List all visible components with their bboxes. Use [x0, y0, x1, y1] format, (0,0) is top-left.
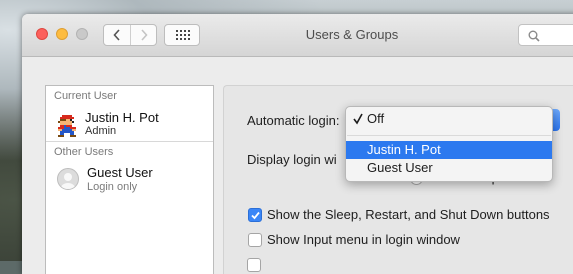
titlebar: Users & Groups	[22, 14, 573, 57]
chevron-left-icon	[113, 29, 120, 41]
window-title: Users & Groups	[305, 27, 399, 42]
zoom-button[interactable]	[76, 28, 88, 40]
show-all-button[interactable]	[164, 24, 200, 46]
current-user-name: Justin H. Pot	[85, 110, 159, 125]
search-field[interactable]	[518, 24, 573, 46]
close-button[interactable]	[36, 28, 48, 40]
guest-user-name: Guest User	[87, 165, 153, 180]
current-user-role: Admin	[85, 125, 117, 137]
person-icon	[61, 173, 75, 189]
navigation-buttons	[103, 24, 157, 46]
show-input-menu-checkbox[interactable]	[248, 233, 262, 247]
back-button[interactable]	[104, 25, 131, 45]
menu-item-label: Off	[367, 111, 385, 126]
menu-item-guest[interactable]: Guest User	[346, 159, 552, 177]
guest-avatar	[57, 168, 79, 190]
chevron-right-icon	[141, 29, 148, 41]
automatic-login-menu: Off Justin H. Pot Guest User	[345, 106, 553, 182]
forward-button[interactable]	[131, 25, 157, 45]
users-list: Current User Justin H. Pot Admin Other U…	[45, 85, 214, 274]
menu-divider	[347, 135, 551, 136]
menu-item-justin[interactable]: Justin H. Pot	[346, 141, 552, 159]
checkmark-icon	[251, 211, 260, 220]
list-divider	[46, 141, 213, 142]
next-option-checkbox[interactable]	[247, 258, 261, 272]
automatic-login-label: Automatic login:	[247, 113, 340, 128]
menu-item-label: Guest User	[367, 160, 433, 175]
show-sleep-buttons-checkbox[interactable]	[248, 208, 262, 222]
mario-avatar-icon	[58, 115, 76, 137]
guest-user-role: Login only	[87, 181, 138, 193]
checkmark-icon	[353, 113, 363, 125]
current-user-header: Current User	[54, 90, 117, 102]
menu-item-off[interactable]: Off	[346, 110, 552, 128]
show-sleep-buttons-label: Show the Sleep, Restart, and Shut Down b…	[267, 207, 550, 222]
minimize-button[interactable]	[56, 28, 68, 40]
menu-item-label: Justin H. Pot	[367, 142, 441, 157]
display-login-window-label: Display login wi	[247, 152, 337, 167]
other-users-header: Other Users	[54, 146, 114, 158]
show-input-menu-label: Show Input menu in login window	[267, 232, 460, 247]
search-icon	[528, 30, 540, 42]
grid-icon	[176, 30, 190, 40]
